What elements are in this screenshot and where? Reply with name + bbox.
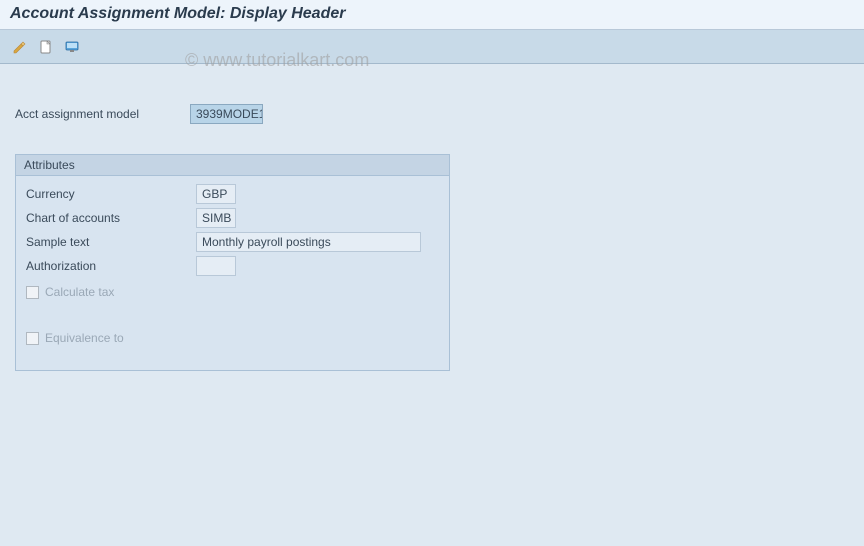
currency-label: Currency	[26, 187, 196, 201]
attributes-header: Attributes	[16, 155, 449, 176]
attributes-content: Currency GBP Chart of accounts SIMB Samp…	[16, 176, 449, 350]
calc-tax-row: Calculate tax	[26, 280, 439, 304]
screen-variant-icon[interactable]	[62, 37, 82, 57]
currency-value[interactable]: GBP	[196, 184, 236, 204]
model-value[interactable]: 3939MODE1	[190, 104, 263, 124]
calc-tax-label: Calculate tax	[45, 285, 114, 299]
calc-tax-checkbox[interactable]	[26, 286, 39, 299]
page-title: Account Assignment Model: Display Header	[10, 5, 345, 23]
auth-row: Authorization	[26, 254, 439, 278]
currency-row: Currency GBP	[26, 182, 439, 206]
equiv-row: Equivalence to	[26, 326, 439, 350]
content-area: Acct assignment model 3939MODE1 Attribut…	[0, 64, 864, 381]
auth-label: Authorization	[26, 259, 196, 273]
toolbar	[0, 30, 864, 64]
sample-value[interactable]: Monthly payroll postings	[196, 232, 421, 252]
sample-row: Sample text Monthly payroll postings	[26, 230, 439, 254]
chart-value[interactable]: SIMB	[196, 208, 236, 228]
attributes-group: Attributes Currency GBP Chart of account…	[15, 154, 450, 371]
model-label: Acct assignment model	[15, 107, 190, 121]
equiv-checkbox[interactable]	[26, 332, 39, 345]
change-display-icon[interactable]	[10, 37, 30, 57]
auth-value[interactable]	[196, 256, 236, 276]
create-icon[interactable]	[36, 37, 56, 57]
chart-label: Chart of accounts	[26, 211, 196, 225]
page-header: Account Assignment Model: Display Header	[0, 0, 864, 30]
sample-label: Sample text	[26, 235, 196, 249]
chart-row: Chart of accounts SIMB	[26, 206, 439, 230]
equiv-label: Equivalence to	[45, 331, 124, 345]
model-field-row: Acct assignment model 3939MODE1	[15, 104, 854, 124]
spacer	[26, 304, 439, 324]
